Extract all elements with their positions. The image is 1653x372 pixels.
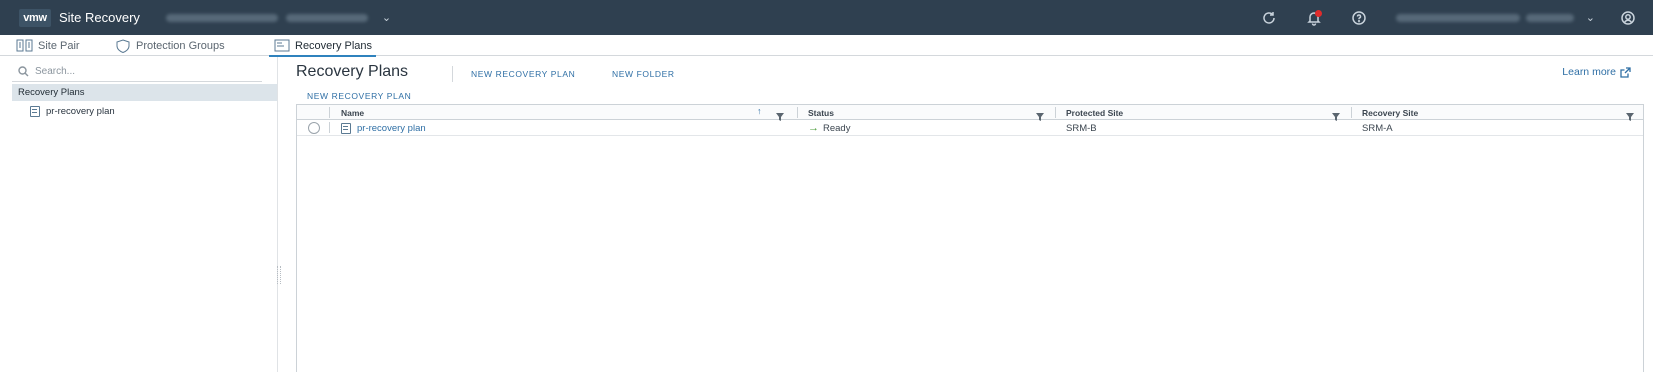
top-header: vmw Site Recovery ⌄ ⌄: [0, 0, 1653, 35]
title-divider: [452, 66, 453, 82]
blurred-user-domain: [1525, 13, 1574, 22]
blurred-vcenter-name-2: [285, 13, 368, 22]
sidebar: Recovery Plans pr-recovery plan: [0, 57, 278, 372]
chevron-down-icon[interactable]: ⌄: [1586, 11, 1595, 24]
nav-tabs: Site Pair Protection Groups Recovery Pla…: [0, 35, 1653, 57]
protected-site-cell: SRM-B: [1066, 122, 1097, 134]
app-title: Site Recovery: [59, 10, 140, 25]
tab-recovery-plans[interactable]: Recovery Plans: [268, 35, 377, 57]
column-separator: [797, 107, 798, 118]
chevron-down-icon[interactable]: ⌄: [382, 11, 391, 24]
recovery-site-cell: SRM-A: [1362, 122, 1393, 134]
tab-label: Recovery Plans: [295, 39, 373, 52]
column-header-recovery-site[interactable]: Recovery Site: [1362, 105, 1418, 120]
tree-item-recovery-plans[interactable]: Recovery Plans: [12, 84, 277, 101]
tab-label: Site Pair: [38, 39, 80, 52]
tab-site-pair[interactable]: Site Pair: [16, 35, 80, 56]
recovery-plan-icon: [273, 39, 290, 53]
bell-icon[interactable]: [1305, 9, 1323, 27]
new-recovery-plan-button[interactable]: NEW RECOVERY PLAN: [471, 69, 575, 79]
recovery-plan-icon: [30, 106, 40, 117]
grid-header: Name ↑ Status Protected Site Recovery Si…: [297, 105, 1643, 121]
tree-item-label: pr-recovery plan: [46, 106, 115, 117]
external-link-icon: [1620, 66, 1631, 78]
row-select-radio[interactable]: [308, 120, 320, 136]
sort-ascending-icon[interactable]: ↑: [757, 106, 762, 116]
table-row[interactable]: pr-recovery plan → Ready SRM-B SRM-A: [297, 120, 1643, 136]
column-separator: [1055, 107, 1056, 118]
ready-arrow-icon: →: [808, 122, 819, 134]
search-icon: [18, 66, 29, 77]
notification-badge: [1314, 9, 1322, 17]
vcenter-selector[interactable]: ⌄: [165, 11, 391, 24]
column-header-status[interactable]: Status: [808, 105, 834, 120]
column-header-name[interactable]: Name: [341, 105, 364, 120]
learn-more-label: Learn more: [1562, 66, 1616, 78]
tab-label: Protection Groups: [136, 39, 225, 52]
grid-new-recovery-plan-button[interactable]: NEW RECOVERY PLAN: [307, 91, 411, 101]
column-separator: [329, 122, 330, 133]
learn-more-link[interactable]: Learn more: [1562, 66, 1631, 78]
new-folder-button[interactable]: NEW FOLDER: [612, 69, 675, 79]
plan-name-link[interactable]: pr-recovery plan: [341, 120, 426, 136]
recovery-plans-grid: Name ↑ Status Protected Site Recovery Si…: [296, 104, 1644, 372]
search-box: [12, 62, 262, 82]
panel-resize-handle[interactable]: [277, 266, 281, 284]
site-pair-icon: [16, 39, 33, 53]
vmware-logo: vmw: [19, 8, 51, 27]
search-input[interactable]: [35, 66, 235, 77]
refresh-icon[interactable]: [1260, 9, 1278, 27]
column-header-protected-site[interactable]: Protected Site: [1066, 105, 1123, 120]
column-separator: [329, 107, 330, 118]
status-text: Ready: [823, 122, 851, 134]
help-icon[interactable]: [1350, 9, 1368, 27]
radio-button[interactable]: [308, 122, 320, 134]
column-separator: [1351, 107, 1352, 118]
shield-icon: [114, 38, 131, 53]
tab-protection-groups[interactable]: Protection Groups: [114, 35, 225, 56]
user-menu[interactable]: ⌄: [1395, 11, 1595, 24]
blurred-vcenter-name: [165, 13, 278, 22]
plan-name: pr-recovery plan: [357, 122, 426, 134]
page-title: Recovery Plans: [296, 63, 409, 80]
user-icon[interactable]: [1619, 9, 1637, 27]
blurred-user-name: [1395, 13, 1520, 22]
tree-item-pr-recovery-plan[interactable]: pr-recovery plan: [30, 104, 115, 119]
recovery-plan-icon: [341, 122, 351, 134]
status-cell: → Ready: [808, 120, 850, 136]
